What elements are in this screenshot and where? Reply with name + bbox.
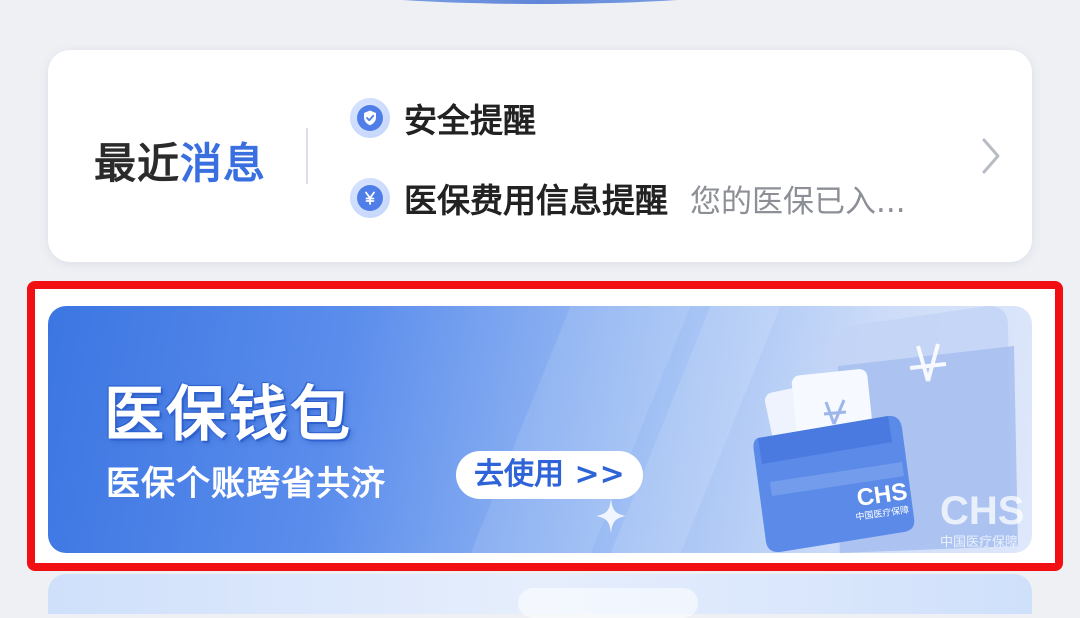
- recent-messages-title: 最近消息: [94, 130, 266, 191]
- wallet-illustration-icon: CHS 中国医疗保障 CHS 中国医疗保障: [753, 306, 1024, 553]
- next-card-bubble: [518, 588, 698, 618]
- banner-title: 医保钱包: [104, 380, 352, 450]
- message-preview: 您的医保已入...: [690, 183, 906, 220]
- recent-messages-card[interactable]: 最近消息 安全提醒 医保费用信息提醒 您的医保已入...: [48, 50, 1032, 262]
- banner-subtitle: 医保个账跨省共济: [106, 464, 386, 504]
- card-caption-large: 中国医疗保障: [940, 535, 1018, 550]
- title-part-messages: 消息: [180, 139, 267, 188]
- next-card-peek: [48, 574, 1032, 618]
- top-header-arc: [300, 0, 780, 4]
- shield-check-icon: [350, 98, 390, 138]
- chevron-right-icon[interactable]: [976, 134, 1006, 178]
- message-item-security[interactable]: 安全提醒: [350, 94, 536, 142]
- message-label: 医保费用信息提醒: [404, 181, 668, 220]
- yen-coin-icon: [350, 178, 390, 218]
- message-item-medical-fee[interactable]: 医保费用信息提醒 您的医保已入...: [350, 174, 922, 222]
- message-label: 安全提醒: [404, 101, 536, 140]
- medical-wallet-banner[interactable]: 医保钱包 医保个账跨省共济 去使用 >> CHS 中国医疗保障 CHS 中国医疗…: [48, 306, 1032, 553]
- sparkle-icon: [596, 498, 626, 534]
- card-logo-large: CHS: [940, 489, 1024, 533]
- title-part-recent: 最近: [94, 139, 181, 188]
- title-divider: [306, 128, 308, 184]
- go-use-button[interactable]: 去使用 >>: [456, 451, 643, 499]
